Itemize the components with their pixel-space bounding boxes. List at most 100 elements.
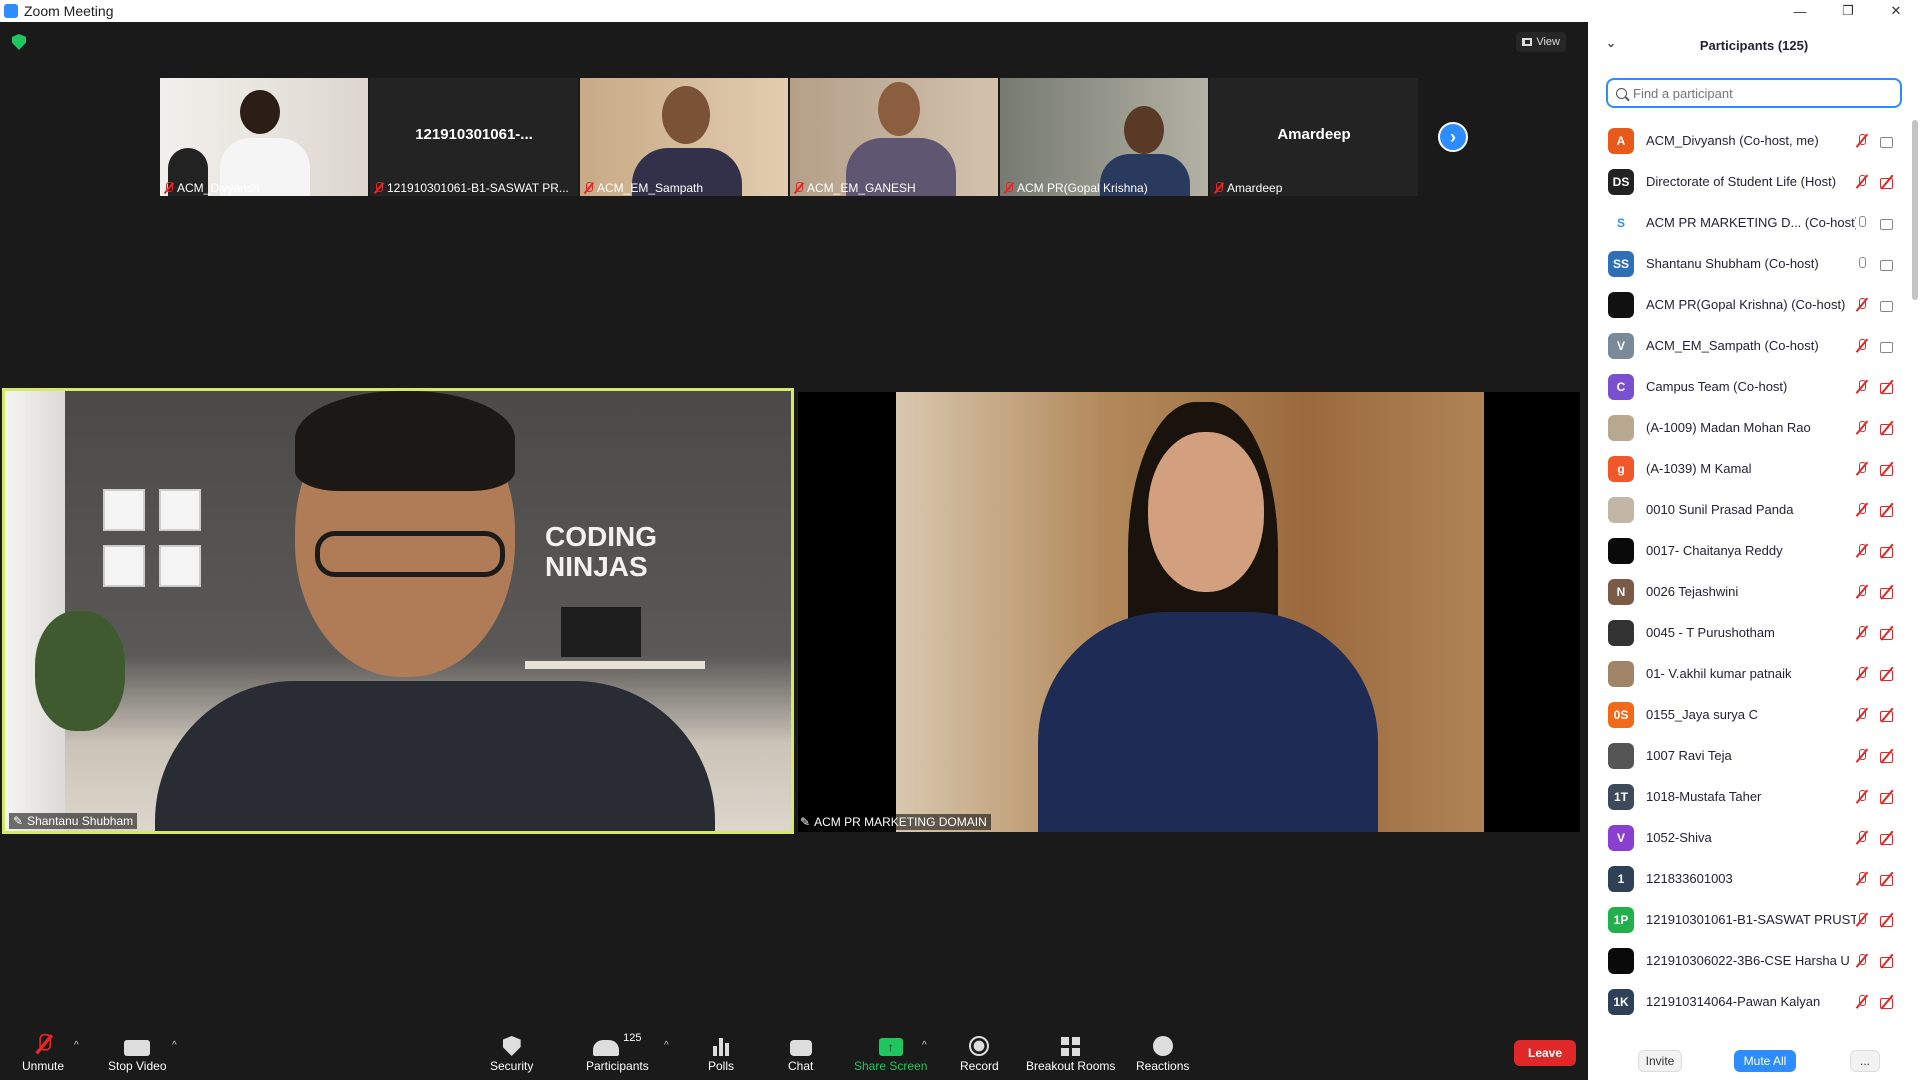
stop-video-button[interactable]: Stop Video: [108, 1032, 167, 1073]
muted-mic-icon[interactable]: [1854, 380, 1870, 394]
speaker-video-left[interactable]: CODING NINJAS ✎ Shantanu Shubham: [2, 388, 794, 834]
video-off-icon[interactable]: [1880, 995, 1896, 1009]
participant-search[interactable]: [1606, 78, 1902, 108]
participant-row[interactable]: 121910306022-3B6-CSE Harsha U: [1588, 940, 1910, 981]
participant-row[interactable]: 1P 121910301061-B1-SASWAT PRUSTI: [1588, 899, 1910, 940]
muted-mic-icon[interactable]: [1854, 544, 1870, 558]
video-off-icon[interactable]: [1880, 380, 1896, 394]
video-off-icon[interactable]: [1880, 544, 1896, 558]
participant-row[interactable]: SS Shantanu Shubham (Co-host): [1588, 243, 1910, 284]
mic-icon[interactable]: [1854, 216, 1870, 230]
breakout-rooms-button[interactable]: Breakout Rooms: [1026, 1032, 1115, 1073]
video-off-icon[interactable]: [1880, 175, 1896, 189]
participant-row[interactable]: 1K 121910314064-Pawan Kalyan: [1588, 981, 1910, 1018]
view-button[interactable]: View: [1516, 32, 1566, 52]
polls-button[interactable]: Polls: [708, 1032, 734, 1073]
video-off-icon[interactable]: [1880, 872, 1896, 886]
audio-options-caret[interactable]: ^: [74, 1040, 79, 1051]
muted-mic-icon[interactable]: [1854, 462, 1870, 476]
video-icon[interactable]: [1880, 134, 1896, 148]
gallery-tile[interactable]: ACM_EM_GANESH: [790, 78, 998, 196]
restore-button[interactable]: ❐: [1824, 0, 1872, 22]
gallery-tile[interactable]: Amardeep Amardeep: [1210, 78, 1418, 196]
participant-row[interactable]: C Campus Team (Co-host): [1588, 366, 1910, 407]
video-off-icon[interactable]: [1880, 421, 1896, 435]
chat-button[interactable]: Chat: [788, 1032, 813, 1073]
invite-button[interactable]: Invite: [1638, 1050, 1682, 1072]
security-button[interactable]: Security: [490, 1032, 533, 1073]
participant-row[interactable]: A ACM_Divyansh (Co-host, me): [1588, 120, 1910, 161]
muted-mic-icon[interactable]: [1854, 872, 1870, 886]
muted-mic-icon[interactable]: [1854, 790, 1870, 804]
muted-mic-icon[interactable]: [1854, 585, 1870, 599]
next-page-button[interactable]: ›: [1438, 122, 1468, 152]
video-icon[interactable]: [1880, 298, 1896, 312]
chevron-down-icon[interactable]: ⌄: [1606, 36, 1616, 50]
video-icon[interactable]: [1880, 257, 1896, 271]
muted-mic-icon[interactable]: [1854, 626, 1870, 640]
muted-mic-icon[interactable]: [1854, 421, 1870, 435]
participant-row[interactable]: V 1052-Shiva: [1588, 817, 1910, 858]
share-options-caret[interactable]: ^: [922, 1040, 927, 1051]
leave-button[interactable]: Leave: [1514, 1040, 1576, 1066]
video-off-icon[interactable]: [1880, 954, 1896, 968]
close-button[interactable]: ✕: [1872, 0, 1920, 22]
participant-row[interactable]: 1T 1018-Mustafa Taher: [1588, 776, 1910, 817]
gallery-tile[interactable]: ACM_Divyansh: [160, 78, 368, 196]
participant-row[interactable]: 1007 Ravi Teja: [1588, 735, 1910, 776]
gallery-tile[interactable]: 121910301061-... 121910301061-B1-SASWAT …: [370, 78, 578, 196]
video-options-caret[interactable]: ^: [172, 1040, 177, 1051]
video-off-icon[interactable]: [1880, 462, 1896, 476]
participant-row[interactable]: S ACM PR MARKETING D... (Co-host): [1588, 202, 1910, 243]
video-off-icon[interactable]: [1880, 749, 1896, 763]
panel-scrollbar[interactable]: [1912, 120, 1918, 300]
mic-icon[interactable]: [1854, 257, 1870, 271]
video-off-icon[interactable]: [1880, 831, 1896, 845]
video-off-icon[interactable]: [1880, 913, 1896, 927]
video-icon[interactable]: [1880, 339, 1896, 353]
muted-mic-icon[interactable]: [1854, 995, 1870, 1009]
participants-options-caret[interactable]: ^: [664, 1040, 669, 1051]
participant-row[interactable]: (A-1009) Madan Mohan Rao: [1588, 407, 1910, 448]
muted-mic-icon[interactable]: [1854, 913, 1870, 927]
muted-mic-icon[interactable]: [1854, 749, 1870, 763]
minimize-button[interactable]: —: [1776, 0, 1824, 22]
muted-mic-icon[interactable]: [1854, 708, 1870, 722]
participant-row[interactable]: V ACM_EM_Sampath (Co-host): [1588, 325, 1910, 366]
participant-row[interactable]: ACM PR(Gopal Krishna) (Co-host): [1588, 284, 1910, 325]
video-off-icon[interactable]: [1880, 503, 1896, 517]
participant-row[interactable]: g (A-1039) M Kamal: [1588, 448, 1910, 489]
muted-mic-icon[interactable]: [1854, 134, 1870, 148]
muted-mic-icon[interactable]: [1854, 667, 1870, 681]
participant-row[interactable]: 0045 - T Purushotham: [1588, 612, 1910, 653]
participant-row[interactable]: 0S 0155_Jaya surya C: [1588, 694, 1910, 735]
muted-mic-icon[interactable]: [1854, 954, 1870, 968]
speaker-video-right[interactable]: ✎ ACM PR MARKETING DOMAIN: [798, 392, 1580, 832]
gallery-tile[interactable]: ACM PR(Gopal Krishna): [1000, 78, 1208, 196]
more-options-button[interactable]: ...: [1850, 1050, 1880, 1072]
record-button[interactable]: Record: [960, 1032, 999, 1073]
participant-row[interactable]: 0010 Sunil Prasad Panda: [1588, 489, 1910, 530]
video-off-icon[interactable]: [1880, 790, 1896, 804]
muted-mic-icon[interactable]: [1854, 831, 1870, 845]
participants-button[interactable]: 125 Participants: [586, 1032, 649, 1073]
video-off-icon[interactable]: [1880, 708, 1896, 722]
search-input[interactable]: [1633, 85, 1883, 101]
encryption-shield-icon[interactable]: [12, 34, 26, 50]
gallery-tile[interactable]: ACM_EM_Sampath: [580, 78, 788, 196]
muted-mic-icon[interactable]: [1854, 503, 1870, 517]
participant-row[interactable]: 01- V.akhil kumar patnaik: [1588, 653, 1910, 694]
muted-mic-icon[interactable]: [1854, 298, 1870, 312]
participant-row[interactable]: 0017- Chaitanya Reddy: [1588, 530, 1910, 571]
unmute-button[interactable]: Unmute: [22, 1032, 64, 1073]
muted-mic-icon[interactable]: [1854, 175, 1870, 189]
participant-row[interactable]: DS Directorate of Student Life (Host): [1588, 161, 1910, 202]
video-off-icon[interactable]: [1880, 626, 1896, 640]
reactions-button[interactable]: Reactions: [1136, 1032, 1189, 1073]
video-icon[interactable]: [1880, 216, 1896, 230]
video-off-icon[interactable]: [1880, 585, 1896, 599]
share-screen-button[interactable]: ↑ Share Screen: [854, 1032, 927, 1073]
participant-row[interactable]: 1 121833601003: [1588, 858, 1910, 899]
video-off-icon[interactable]: [1880, 667, 1896, 681]
mute-all-button[interactable]: Mute All: [1734, 1050, 1796, 1072]
